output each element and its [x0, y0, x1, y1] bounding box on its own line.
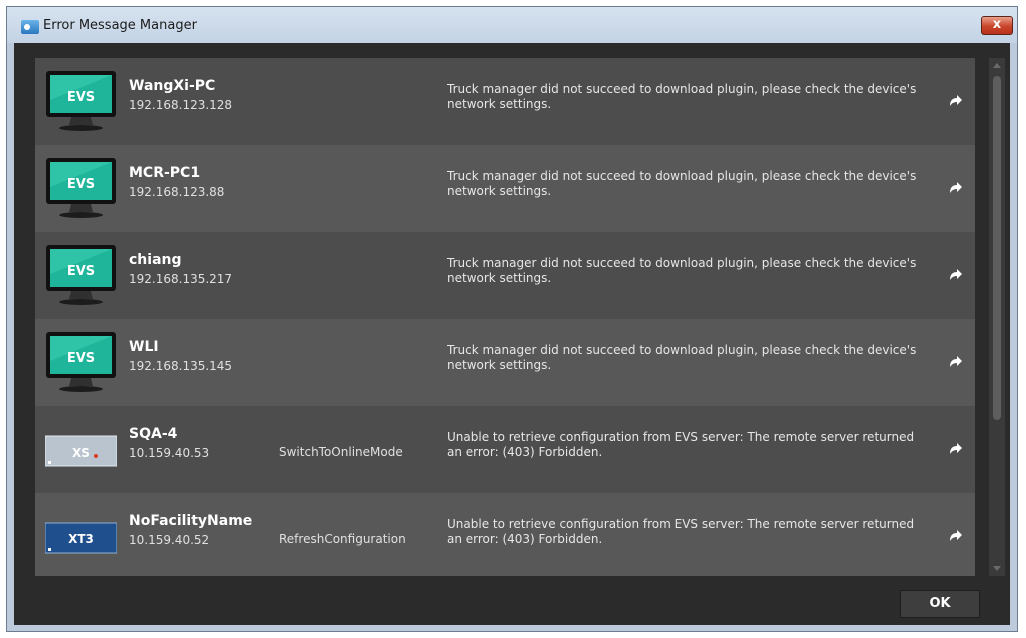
error-row[interactable]: EVS MCR-PC1 192.168.123.88 Truck manager…	[35, 145, 975, 232]
scrollbar-thumb[interactable]	[993, 76, 1001, 420]
xt3-badge: XT3	[68, 532, 94, 546]
device-ip: 10.159.40.52	[129, 533, 210, 547]
error-message: Unable to retrieve configuration from EV…	[447, 430, 915, 459]
scroll-up-icon[interactable]	[993, 63, 1001, 68]
share-arrow-icon[interactable]	[947, 92, 963, 108]
device-name: WLI	[129, 339, 159, 355]
monitor-icon: EVS	[46, 158, 116, 218]
error-row[interactable]: EVS WangXi-PC 192.168.123.128 Truck mana…	[35, 58, 975, 145]
device-ip: 10.159.40.53	[129, 446, 210, 460]
evs-logo: EVS	[67, 90, 95, 105]
device-name: WangXi-PC	[129, 78, 216, 94]
window-title: Error Message Manager	[43, 18, 197, 33]
device-name: SQA-4	[129, 426, 178, 442]
title-bar[interactable]: Error Message Manager x	[7, 7, 1017, 43]
error-message: Truck manager did not succeed to downloa…	[447, 343, 917, 372]
monitor-icon: EVS	[46, 245, 116, 305]
operation-label: SwitchToOnlineMode	[279, 445, 403, 459]
error-message: Truck manager did not succeed to downloa…	[447, 256, 917, 285]
share-arrow-icon[interactable]	[947, 353, 963, 369]
error-message-manager-window: Error Message Manager x EVS WangXi-PC 19…	[6, 6, 1018, 632]
xs-server-icon: XS	[45, 435, 117, 467]
xs-badge: XS	[72, 446, 90, 460]
device-name: chiang	[129, 252, 182, 268]
vertical-scrollbar[interactable]	[989, 58, 1005, 576]
close-icon: x	[992, 17, 1002, 32]
device-name: MCR-PC1	[129, 165, 201, 181]
error-message: Unable to retrieve configuration from EV…	[447, 517, 915, 546]
share-arrow-icon[interactable]	[947, 440, 963, 456]
close-button[interactable]: x	[981, 16, 1013, 35]
evs-logo: EVS	[67, 351, 95, 366]
error-row[interactable]: XT3 NoFacilityName 10.159.40.52 RefreshC…	[35, 493, 975, 576]
error-message: Truck manager did not succeed to downloa…	[447, 82, 917, 111]
evs-logo: EVS	[67, 177, 95, 192]
error-message: Truck manager did not succeed to downloa…	[447, 169, 917, 198]
monitor-icon: EVS	[46, 71, 116, 131]
scroll-down-icon[interactable]	[993, 566, 1001, 571]
error-row[interactable]: EVS chiang 192.168.135.217 Truck manager…	[35, 232, 975, 319]
monitor-icon: EVS	[46, 332, 116, 392]
evs-logo: EVS	[67, 264, 95, 279]
device-name: NoFacilityName	[129, 513, 253, 529]
app-icon	[21, 20, 39, 34]
share-arrow-icon[interactable]	[947, 179, 963, 195]
share-arrow-icon[interactable]	[947, 266, 963, 282]
error-row[interactable]: EVS WLI 192.168.135.145 Truck manager di…	[35, 319, 975, 406]
xt3-server-icon: XT3	[45, 522, 117, 554]
device-ip: 192.168.135.145	[129, 359, 233, 373]
error-row[interactable]: XS SQA-4 10.159.40.53 SwitchToOnlineMode…	[35, 406, 975, 493]
device-ip: 192.168.135.217	[129, 272, 233, 286]
device-ip: 192.168.123.128	[129, 98, 233, 112]
ok-button[interactable]: OK	[900, 590, 980, 618]
share-arrow-icon[interactable]	[947, 527, 963, 543]
dialog-body: EVS WangXi-PC 192.168.123.128 Truck mana…	[14, 43, 1010, 625]
device-ip: 192.168.123.88	[129, 185, 225, 199]
error-list: EVS WangXi-PC 192.168.123.128 Truck mana…	[35, 58, 975, 576]
operation-label: RefreshConfiguration	[279, 532, 406, 546]
